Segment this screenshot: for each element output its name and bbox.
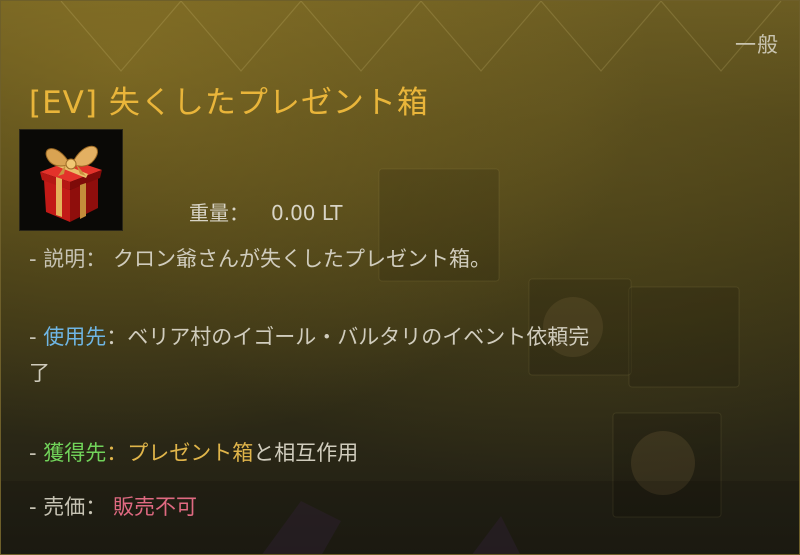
gift-box-icon — [40, 145, 102, 222]
obtain-prefix: - — [29, 441, 44, 465]
item-icon-slot — [19, 129, 123, 231]
usage-text-line1: ベリア村のイゴール・バルタリのイベント依頼完 — [127, 325, 590, 349]
item-weight: 重量： 0.00 LT — [189, 197, 343, 226]
item-tooltip: 一般 [EV] 失くしたプレゼント箱 重量： 0.00 LT - 説明： クロン… — [0, 0, 800, 555]
price-value: 販売不可 — [112, 495, 197, 519]
description-row: - 説明： クロン爺さんが失くしたプレゼント箱。 — [29, 243, 491, 273]
price-label: - 売価： — [29, 495, 107, 519]
usage-text-line2: 了 — [29, 361, 50, 385]
description-label: - 説明： — [29, 247, 107, 271]
obtain-label: 獲得先 — [43, 441, 107, 465]
obtain-row: - 獲得先：プレゼント箱と相互作用 — [29, 437, 358, 467]
usage-separator: ： — [106, 325, 128, 349]
obtain-highlight: プレゼント箱 — [127, 441, 254, 465]
price-row: - 売価： 販売不可 — [29, 491, 197, 521]
description-text: クロン爺さんが失くしたプレゼント箱。 — [112, 247, 491, 271]
usage-row: - 使用先：ベリア村のイゴール・バルタリのイベント依頼完 了 — [29, 319, 589, 391]
usage-prefix: - — [29, 325, 44, 349]
obtain-separator: ： — [106, 441, 128, 465]
weight-value: 0.00 LT — [271, 201, 343, 225]
item-title: [EV] 失くしたプレゼント箱 — [29, 85, 429, 121]
obtain-suffix: と相互作用 — [253, 441, 359, 465]
item-grade: 一般 — [735, 33, 779, 57]
weight-label: 重量： — [189, 201, 249, 225]
usage-label: 使用先 — [43, 325, 107, 349]
